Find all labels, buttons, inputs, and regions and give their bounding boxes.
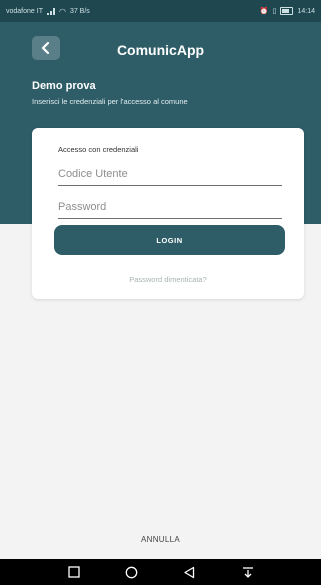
system-navigation-bar: [0, 559, 321, 585]
card-label: Accesso con credenziali: [58, 145, 139, 154]
app-header: ComunicApp: [0, 28, 321, 64]
back-nav-icon[interactable]: [182, 565, 198, 579]
page-subtitle: Inserisci le credenziali per l'accesso a…: [32, 97, 188, 106]
page-title: Demo prova: [32, 80, 96, 92]
vibrate-icon: ▯: [272, 8, 277, 15]
status-bar: vodafone IT ◠ 37 B/s ⏰ ▯ 14:14: [0, 0, 321, 22]
login-button[interactable]: LOGIN: [54, 225, 285, 255]
wifi-icon: ◠: [58, 6, 66, 16]
login-card: Accesso con credenziali LOGIN Password d…: [32, 128, 304, 299]
battery-icon: [280, 7, 294, 15]
forgot-password-link[interactable]: Password dimenticata?: [32, 275, 304, 284]
home-icon[interactable]: [124, 565, 140, 579]
clock: 14:14: [297, 7, 315, 15]
alarm-icon: ⏰: [259, 8, 269, 15]
network-speed: 37 B/s: [69, 7, 90, 15]
app-title: ComunicApp: [116, 42, 205, 58]
recents-icon[interactable]: [66, 565, 82, 579]
password-input[interactable]: [58, 198, 282, 219]
notifications-pulldown-icon[interactable]: [240, 565, 256, 579]
signal-icon: [46, 7, 55, 15]
carrier-label: vodafone IT: [6, 7, 43, 15]
username-input[interactable]: [58, 165, 282, 186]
cancel-button[interactable]: ANNULLA: [0, 535, 321, 544]
